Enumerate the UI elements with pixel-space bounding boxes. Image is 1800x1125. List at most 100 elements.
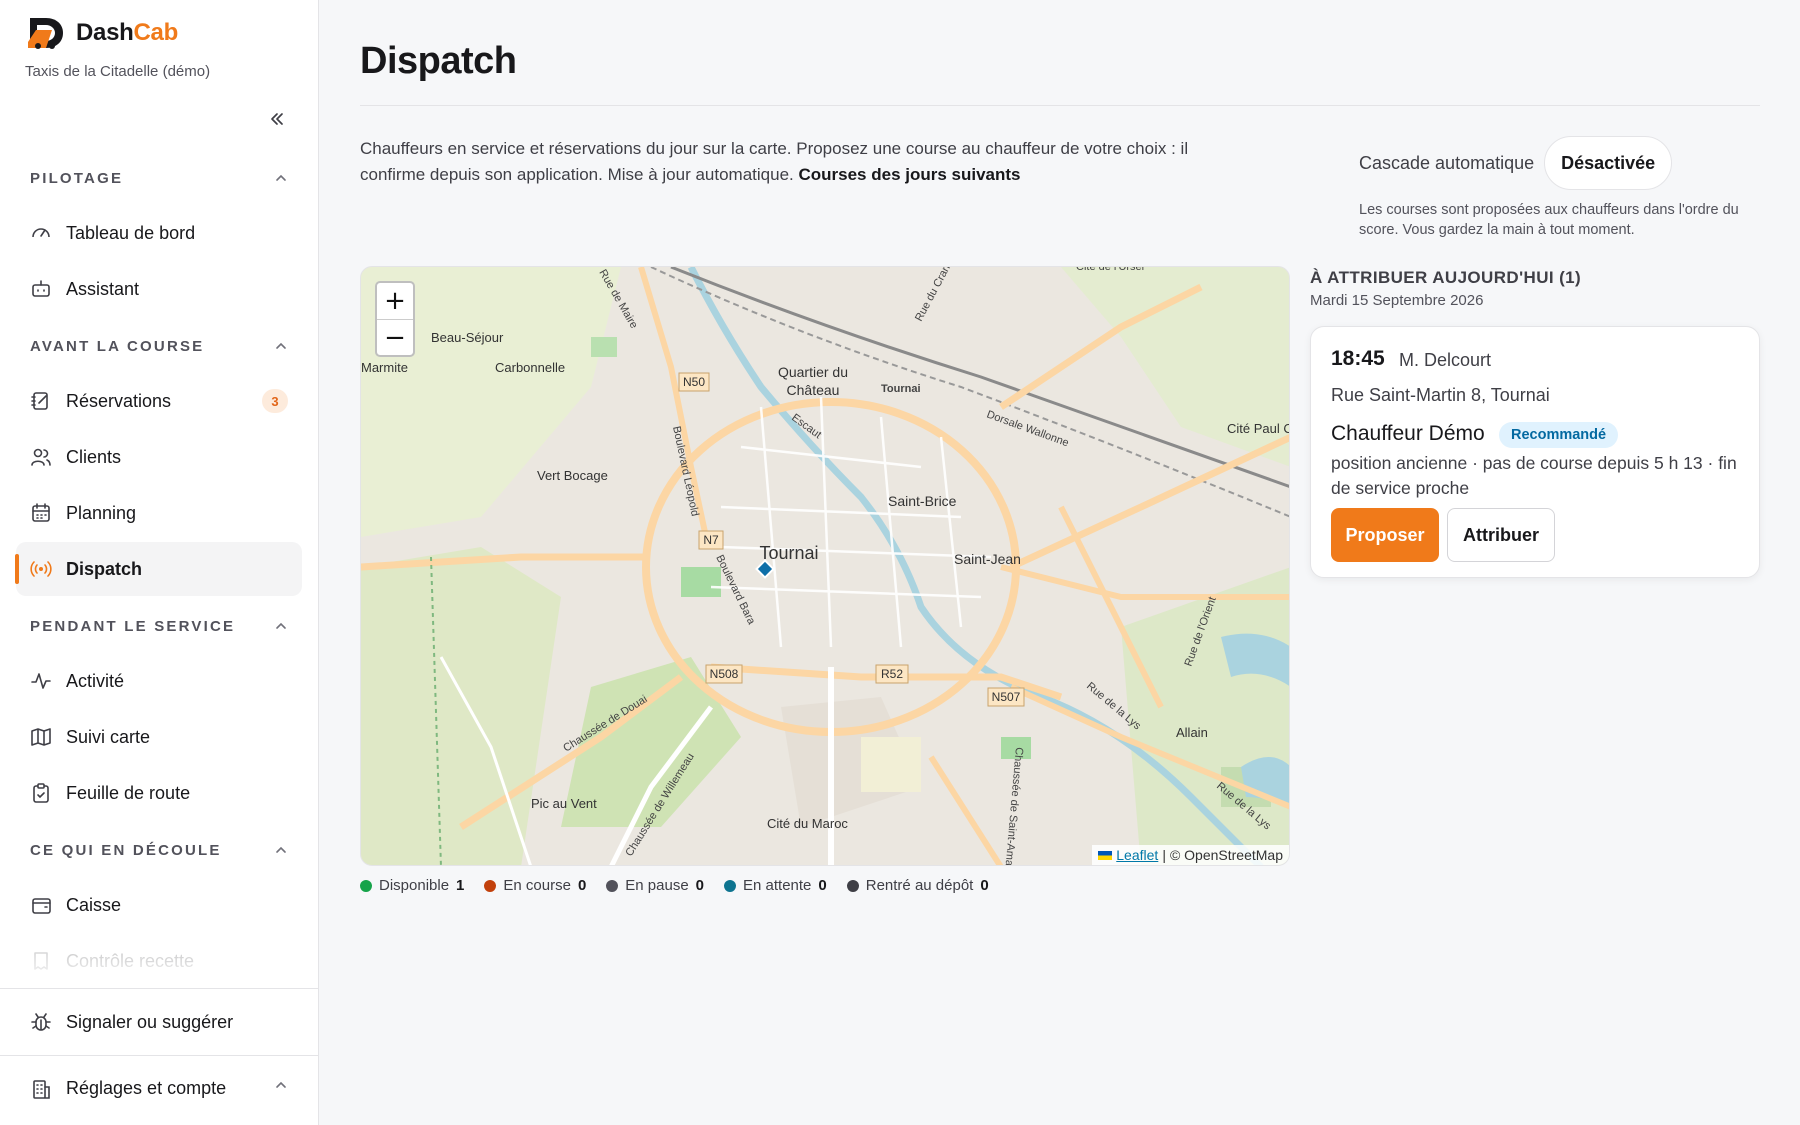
page-title: Dispatch xyxy=(360,40,517,82)
svg-text:N507: N507 xyxy=(992,690,1021,704)
report-feedback-button[interactable]: Signaler ou suggérer xyxy=(0,989,318,1055)
clipboard-check-icon xyxy=(33,783,49,803)
brand-name: DashCab xyxy=(76,19,178,46)
settings-account-label: Réglages et compte xyxy=(66,1078,227,1098)
sidebar-item-tableau-de-bord[interactable]: Tableau de bord xyxy=(16,206,302,260)
legend-count: 0 xyxy=(818,877,827,894)
map-attribution: Leaflet | © OpenStreetMap xyxy=(1092,845,1289,865)
sidebar-item-controle-recette[interactable]: Contrôle recette xyxy=(16,934,302,988)
sidebar-item-label: Suivi carte xyxy=(66,726,151,747)
svg-text:Cité de l'Ursel: Cité de l'Ursel xyxy=(1076,267,1144,273)
page-intro: Chauffeurs en service et réservations du… xyxy=(360,136,1220,188)
sidebar-item-feuille-de-route[interactable]: Feuille de route xyxy=(16,766,302,820)
cascade-label: Cascade automatique xyxy=(1359,152,1535,173)
svg-text:Cité Paul C: Cité Paul C xyxy=(1227,421,1290,436)
collapse-sidebar-button[interactable] xyxy=(266,108,288,130)
sidebar-item-label: Réservations xyxy=(66,390,172,411)
legend-en-attente: En attente 0 xyxy=(724,877,827,894)
section-label: Pilotage xyxy=(30,169,124,187)
recommendation-reason: position ancienne · pas de course depuis… xyxy=(1331,453,1737,498)
sidebar-item-planning[interactable]: Planning xyxy=(16,486,302,540)
sidebar-item-activite[interactable]: Activité xyxy=(16,654,302,708)
sidebar-footer: Signaler ou suggérer Réglages et compte xyxy=(0,988,318,1121)
users-icon xyxy=(31,448,51,466)
svg-text:Marmite: Marmite xyxy=(361,360,408,375)
legend-rentre-au-depot: Rentré au dépôt 0 xyxy=(846,877,989,894)
sidebar-item-label: Activité xyxy=(66,670,125,691)
main-content: Dispatch Chauffeurs en service et réserv… xyxy=(360,0,1760,1125)
chevron-up-icon xyxy=(276,1081,286,1088)
sidebar-item-label: Caisse xyxy=(66,894,122,915)
report-feedback-label: Signaler ou suggérer xyxy=(66,1011,234,1032)
svg-text:Tournai: Tournai xyxy=(759,543,818,563)
calendar-icon xyxy=(32,503,50,522)
section-pendant-le-service[interactable]: Pendant le service xyxy=(0,598,318,654)
osm-attribution[interactable]: © OpenStreetMap xyxy=(1170,847,1283,863)
svg-text:Quartier du: Quartier du xyxy=(778,364,848,380)
chevron-up-icon xyxy=(276,622,286,629)
booking-card: 18:45 M. Delcourt Rue Saint-Martin 8, To… xyxy=(1310,326,1760,578)
legend-en-course: En course 0 xyxy=(484,877,586,894)
sidebar-item-label: Feuille de route xyxy=(66,782,191,803)
sidebar-item-caisse[interactable]: Caisse xyxy=(16,878,302,932)
sidebar-item-label: Contrôle recette xyxy=(66,950,195,971)
sidebar-item-reservations[interactable]: Réservations 3 xyxy=(16,374,302,428)
cascade-help-text: Les courses sont proposées aux chauffeur… xyxy=(1359,202,1739,238)
ukraine-flag-icon xyxy=(1098,850,1113,860)
legend-label: En course xyxy=(503,877,571,894)
section-pilotage[interactable]: Pilotage xyxy=(0,150,318,206)
receipt-icon xyxy=(34,952,48,970)
to-assign-date: Mardi 15 Septembre 2026 xyxy=(1310,292,1484,309)
sidebar-item-label: Assistant xyxy=(66,278,140,299)
legend-count: 1 xyxy=(456,877,465,894)
svg-text:Tournai: Tournai xyxy=(881,383,921,395)
zoom-out-button[interactable]: − xyxy=(377,319,413,355)
propose-button[interactable]: Proposer xyxy=(1331,508,1439,562)
dispatch-map[interactable]: Beau-Séjour Carbonnelle Marmite Quartier… xyxy=(360,266,1290,866)
chevron-up-icon xyxy=(276,342,286,349)
driver-status-legend: Disponible 1 En course 0 En pause 0 En a… xyxy=(360,877,989,894)
status-dot xyxy=(484,879,497,892)
section-ce-qui-en-decoule[interactable]: Ce qui en découle xyxy=(0,822,318,878)
sidebar-item-dispatch[interactable]: Dispatch xyxy=(15,542,302,596)
future-bookings-link[interactable]: Courses des jours suivants xyxy=(798,165,1020,184)
sidebar-item-suivi-carte[interactable]: Suivi carte xyxy=(16,710,302,764)
double-chevron-left-icon xyxy=(271,113,283,125)
cascade-toggle[interactable]: Désactivée xyxy=(1544,136,1673,190)
sidebar-nav: Pilotage Tableau de bord Assistant Avant… xyxy=(0,150,318,988)
map-tiles[interactable]: Beau-Séjour Carbonnelle Marmite Quartier… xyxy=(361,267,1290,866)
section-label: Ce qui en découle xyxy=(30,841,222,859)
sidebar-item-label: Clients xyxy=(66,446,122,467)
section-avant-la-course[interactable]: Avant la course xyxy=(0,318,318,374)
section-label: Pendant le service xyxy=(30,617,236,635)
intro-text: Chauffeurs en service et réservations du… xyxy=(360,139,1189,184)
svg-text:Château: Château xyxy=(787,382,840,398)
attribution-separator: | xyxy=(1162,847,1166,863)
svg-text:Carbonnelle: Carbonnelle xyxy=(495,360,565,375)
brand[interactable]: DashCab xyxy=(26,16,178,50)
wallet-icon xyxy=(32,898,51,914)
booking-address: Rue Saint-Martin 8, Tournai xyxy=(1331,385,1550,405)
sidebar-item-assistant[interactable]: Assistant xyxy=(16,262,302,316)
status-dot xyxy=(846,879,859,892)
gauge-icon xyxy=(32,228,50,238)
zoom-in-button[interactable]: + xyxy=(377,283,413,319)
chevron-up-icon xyxy=(276,846,286,853)
svg-text:Saint-Brice: Saint-Brice xyxy=(888,493,957,509)
svg-text:N50: N50 xyxy=(683,375,705,389)
settings-account-button[interactable]: Réglages et compte xyxy=(0,1055,318,1121)
recommended-badge: Recommandé xyxy=(1499,422,1619,448)
map-zoom-control: + − xyxy=(375,281,415,357)
section-label: Avant la course xyxy=(30,337,205,355)
sidebar-item-clients[interactable]: Clients xyxy=(16,430,302,484)
company-name: Taxis de la Citadelle (démo) xyxy=(25,63,211,80)
assign-button[interactable]: Attribuer xyxy=(1447,508,1555,562)
legend-label: Rentré au dépôt xyxy=(865,877,974,894)
svg-text:Beau-Séjour: Beau-Séjour xyxy=(431,330,504,345)
legend-label: Disponible xyxy=(379,877,450,894)
sidebar-item-label: Tableau de bord xyxy=(66,222,196,243)
svg-text:Vert Bocage: Vert Bocage xyxy=(537,468,608,483)
svg-text:Pic au Vent: Pic au Vent xyxy=(531,796,597,811)
leaflet-link[interactable]: Leaflet xyxy=(1116,847,1158,863)
auto-cascade: Cascade automatique Désactivée Les cours… xyxy=(1359,136,1769,240)
